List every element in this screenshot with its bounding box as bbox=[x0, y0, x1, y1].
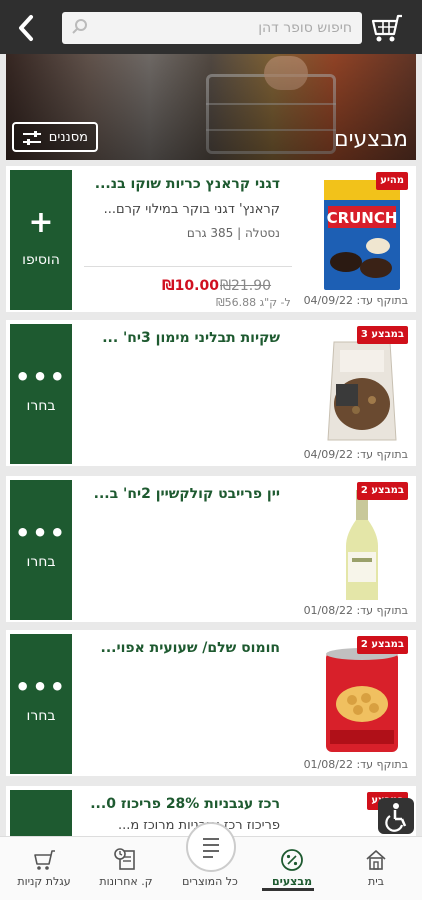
receipt-clock-icon bbox=[114, 848, 135, 870]
product-title[interactable]: חומוס שלם/ שעועית אפוי... bbox=[80, 640, 280, 656]
percent-badge-icon bbox=[281, 849, 303, 871]
product-image[interactable] bbox=[316, 486, 408, 604]
page-title: מבצעים bbox=[333, 127, 408, 152]
nav-sales-label: מבצעים bbox=[271, 875, 313, 888]
nav-cart[interactable]: עגלת קניות bbox=[6, 843, 82, 899]
promo-badge: 3 במבצע bbox=[356, 326, 408, 344]
product-title[interactable]: שקיות תבליני מימון 3יח' ... bbox=[80, 330, 280, 346]
choose-label: בחרו bbox=[26, 708, 56, 724]
svg-text:CRUNCH: CRUNCH bbox=[327, 209, 398, 227]
sliders-icon bbox=[23, 131, 41, 145]
product-image[interactable] bbox=[316, 330, 408, 448]
add-label: הוסיפו bbox=[22, 252, 60, 268]
promo-badge: 2 במבצע bbox=[356, 482, 408, 500]
valid-until: בתוקף עד: 04/09/22 bbox=[303, 294, 408, 307]
original-price: ₪21.90 bbox=[220, 278, 272, 294]
filters-button[interactable]: מסננים bbox=[12, 122, 98, 152]
shopping-cart-icon bbox=[34, 850, 55, 870]
search-icon[interactable] bbox=[70, 17, 90, 37]
more-icon: ••• bbox=[14, 363, 68, 391]
unit-price: ₪56.88 ל- ק"ג bbox=[216, 296, 291, 309]
more-icon: ••• bbox=[14, 519, 68, 547]
cart-button[interactable] bbox=[368, 10, 408, 46]
more-icon: ••• bbox=[14, 673, 68, 701]
nav-all-products-label: כל המוצרים bbox=[182, 875, 238, 888]
choose-button[interactable]: ••• בחרו bbox=[10, 480, 72, 620]
filters-label: מסננים bbox=[48, 130, 88, 145]
nav-history-label: ק. אחרונות bbox=[99, 875, 153, 888]
nav-history[interactable]: ק. אחרונות bbox=[88, 843, 164, 899]
product-card[interactable]: ••• בחרו חומוס שלם/ שעועית אפוי... 2 במב… bbox=[6, 630, 416, 776]
plus-icon: + bbox=[28, 205, 54, 240]
add-to-cart-button[interactable]: + הוסיפו bbox=[10, 170, 72, 310]
sale-price: ₪10.00 bbox=[162, 278, 219, 294]
product-image[interactable] bbox=[316, 640, 408, 758]
shopping-cart-icon bbox=[371, 14, 402, 42]
valid-until: בתוקף עד: 01/08/22 bbox=[303, 758, 408, 771]
product-description: קראנץ' דגני בוקר במילוי קרם... bbox=[103, 202, 280, 217]
accessibility-button[interactable] bbox=[378, 798, 414, 834]
sales-banner: מבצעים מסננים bbox=[6, 54, 416, 160]
product-title[interactable]: יין פרייבט קולקשיין 2יח' ב... bbox=[80, 486, 280, 502]
list-icon bbox=[203, 838, 219, 858]
product-description: פריכוז רכז עגבניות מרוכז מ... bbox=[117, 818, 280, 833]
nav-home-label: בית bbox=[367, 875, 385, 888]
choose-button[interactable]: ••• בחרו bbox=[10, 634, 72, 774]
divider bbox=[84, 266, 292, 267]
top-bar bbox=[0, 0, 422, 54]
product-meta: נסטלה | 385 גרם bbox=[186, 226, 280, 240]
wheelchair-icon bbox=[385, 803, 407, 832]
nav-home[interactable]: בית bbox=[338, 843, 414, 899]
product-title[interactable]: דגני קראנץ כריות שוקו בנ... bbox=[80, 176, 280, 192]
back-button[interactable] bbox=[6, 10, 46, 46]
product-card[interactable]: ••• בחרו שקיות תבליני מימון 3יח' ... 3 ב… bbox=[6, 320, 416, 466]
choose-button[interactable]: ••• בחרו bbox=[10, 324, 72, 464]
choose-label: בחרו bbox=[26, 554, 56, 570]
promo-badge: 2 במבצע bbox=[356, 636, 408, 654]
promo-badge: מהיע bbox=[376, 172, 408, 190]
valid-until: בתוקף עד: 01/08/22 bbox=[303, 604, 408, 617]
home-icon bbox=[366, 850, 386, 870]
active-tab-indicator bbox=[262, 888, 314, 891]
nav-cart-label: עגלת קניות bbox=[17, 875, 71, 888]
product-card[interactable]: ••• בחרו יין פרייבט קולקשיין 2יח' ב... 2… bbox=[6, 476, 416, 622]
valid-until: בתוקף עד: 04/09/22 bbox=[303, 448, 408, 461]
product-title[interactable]: רכז עגבניות 28% פריכוז 0... bbox=[80, 796, 280, 812]
product-card[interactable]: + הוסיפו דגני קראנץ כריות שוקו בנ... קרא… bbox=[6, 166, 416, 312]
chevron-left-icon bbox=[19, 15, 33, 41]
all-products-button[interactable] bbox=[186, 822, 236, 872]
choose-label: בחרו bbox=[26, 398, 56, 414]
product-image[interactable]: CRUNCH bbox=[316, 176, 408, 294]
search-bar[interactable] bbox=[62, 12, 362, 44]
search-input[interactable] bbox=[94, 12, 356, 44]
